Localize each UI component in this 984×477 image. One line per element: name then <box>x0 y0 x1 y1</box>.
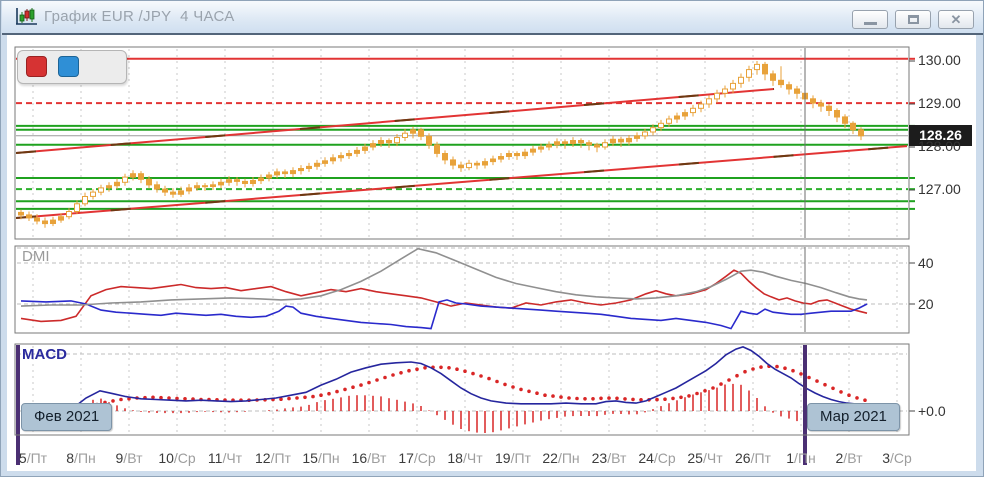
x-axis-label: 11/Чт <box>207 450 243 466</box>
dmi-tick-40: 40 <box>918 255 934 271</box>
x-axis-label: 19/Пт <box>495 450 531 466</box>
red-square-button[interactable] <box>26 56 47 77</box>
x-axis-label: 1/Пн <box>786 450 816 466</box>
x-axis-label: 16/Вт <box>351 450 387 466</box>
macd-panel[interactable] <box>15 344 909 435</box>
x-axis-label: 3/Ср <box>882 450 912 466</box>
x-axis-label: 15/Пн <box>302 450 340 466</box>
price-axis-label: 130.00 <box>918 52 961 68</box>
x-axis-label: 8/Пн <box>66 450 96 466</box>
minimize-button[interactable] <box>852 10 888 29</box>
blue-square-button[interactable] <box>58 56 79 77</box>
x-axis-label: 5/Пт <box>18 450 48 466</box>
x-axis-label: 12/Пт <box>255 450 291 466</box>
dmi-tick-20: 20 <box>918 296 934 312</box>
x-axis-label: 25/Чт <box>687 450 723 466</box>
minimize-icon <box>864 22 877 25</box>
maximize-button[interactable] <box>895 10 931 29</box>
price-axis-label: 128.00 <box>918 138 961 154</box>
macd-panel-label: MACD <box>22 346 67 363</box>
window-titlebar[interactable]: График EUR /JPY 4 ЧАСА ✕ <box>2 1 983 35</box>
chart-window: График EUR /JPY 4 ЧАСА ✕ DMI MACD 40 20 … <box>0 0 984 477</box>
x-axis-label: 23/Вт <box>591 450 627 466</box>
month-badge-mar: Мар 2021 <box>807 403 900 431</box>
x-axis-label: 22/Пн <box>542 450 580 466</box>
price-chart-panel[interactable] <box>15 47 909 239</box>
x-axis-label: 10/Ср <box>158 450 196 466</box>
x-axis-label: 26/Пт <box>735 450 771 466</box>
price-axis-label: 127.00 <box>918 181 961 197</box>
macd-tick-zero: +0.0 <box>918 403 946 419</box>
x-axis-label: 2/Вт <box>835 450 863 466</box>
close-icon: ✕ <box>950 12 962 27</box>
window-title: График EUR /JPY 4 ЧАСА <box>44 8 235 25</box>
dmi-panel-label: DMI <box>22 248 50 265</box>
x-axis-label: 24/Ср <box>638 450 676 466</box>
x-axis-label: 9/Вт <box>115 450 143 466</box>
candlestick-chart-icon <box>16 8 37 25</box>
month-badge-feb: Фев 2021 <box>21 403 113 431</box>
price-axis-label: 129.00 <box>918 95 961 111</box>
maximize-icon <box>908 15 919 24</box>
close-button[interactable]: ✕ <box>938 10 974 29</box>
chart-tools-box <box>17 50 127 84</box>
dmi-panel[interactable] <box>15 246 909 333</box>
x-axis-label: 17/Ср <box>398 450 436 466</box>
x-axis-label: 18/Чт <box>447 450 483 466</box>
